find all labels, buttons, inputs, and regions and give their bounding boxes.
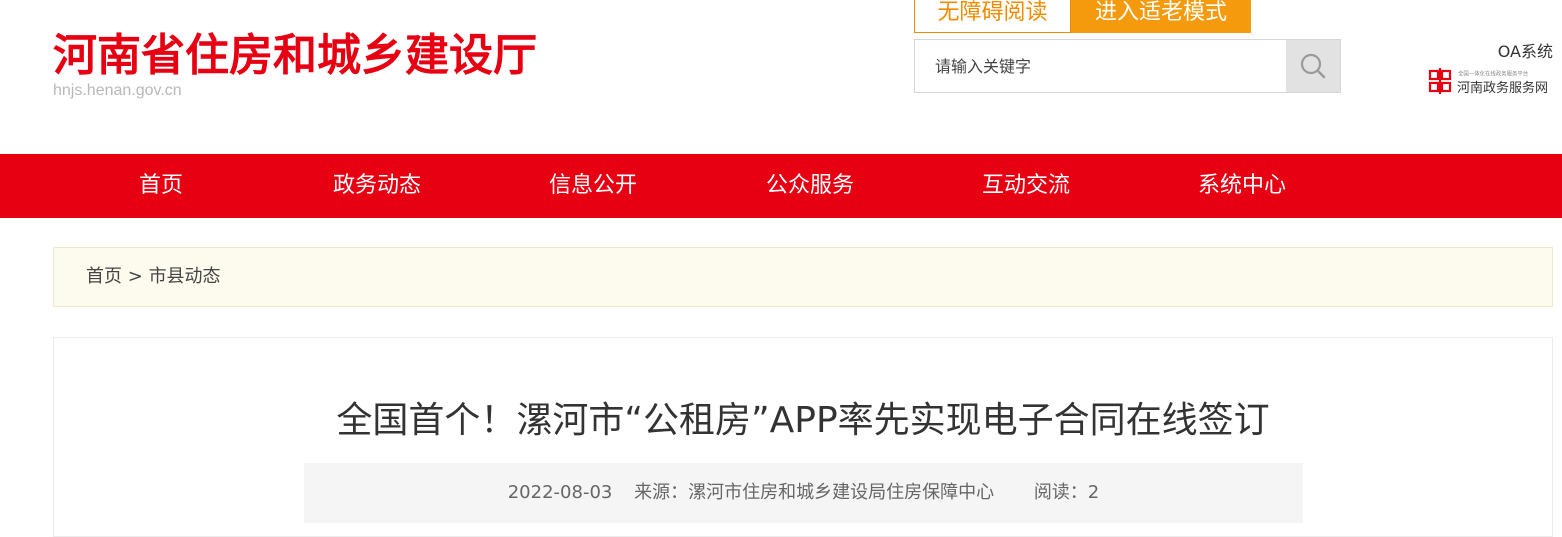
article-date: 2022-08-03	[507, 482, 613, 503]
article-source: 来源：漯河市住房和城乡建设局住房保障中心	[634, 482, 995, 503]
article-meta: 2022-08-03 来源：漯河市住房和城乡建设局住房保障中心 阅读：2	[304, 463, 1303, 523]
search-icon	[1300, 53, 1326, 79]
elder-mode-button[interactable]: 进入适老模式	[1071, 0, 1251, 33]
article-read-count: 阅读：2	[1033, 482, 1100, 503]
nav-item-home[interactable]: 首页	[139, 154, 183, 218]
site-domain: hnjs.henan.gov.cn	[53, 82, 182, 99]
main-nav: 首页 政务动态 信息公开 公众服务 互动交流 系统中心	[0, 154, 1562, 218]
accessibility-reading-button[interactable]: 无障碍阅读	[914, 0, 1071, 33]
nav-item-interaction[interactable]: 互动交流	[982, 154, 1070, 218]
nav-item-public-services[interactable]: 公众服务	[766, 154, 854, 218]
nav-item-news[interactable]: 政务动态	[333, 154, 421, 218]
breadcrumb-separator: >	[127, 266, 143, 287]
gov-service-link[interactable]: 全国一体化在线政务服务平台 河南政务服务网	[1428, 66, 1556, 96]
oa-system-link[interactable]: OA系统	[1498, 38, 1553, 62]
search-input[interactable]	[915, 40, 1287, 92]
search-button[interactable]	[1286, 40, 1340, 92]
gov-service-logo-icon	[1428, 68, 1452, 94]
article-title: 全国首个！漯河市“公租房”APP率先实现电子合同在线签订	[336, 400, 1270, 441]
site-title[interactable]: 河南省住房和城乡建设厅	[53, 30, 537, 82]
nav-item-info-disclosure[interactable]: 信息公开	[549, 154, 637, 218]
nav-item-system-center[interactable]: 系统中心	[1198, 154, 1286, 218]
breadcrumb-home-link[interactable]: 首页	[86, 266, 122, 287]
gov-service-subtitle: 全国一体化在线政务服务平台	[1458, 70, 1529, 78]
breadcrumb: 首页 > 市县动态	[53, 247, 1553, 307]
search-box	[914, 39, 1341, 93]
gov-service-label: 河南政务服务网	[1457, 81, 1549, 96]
breadcrumb-current-link[interactable]: 市县动态	[149, 266, 221, 287]
